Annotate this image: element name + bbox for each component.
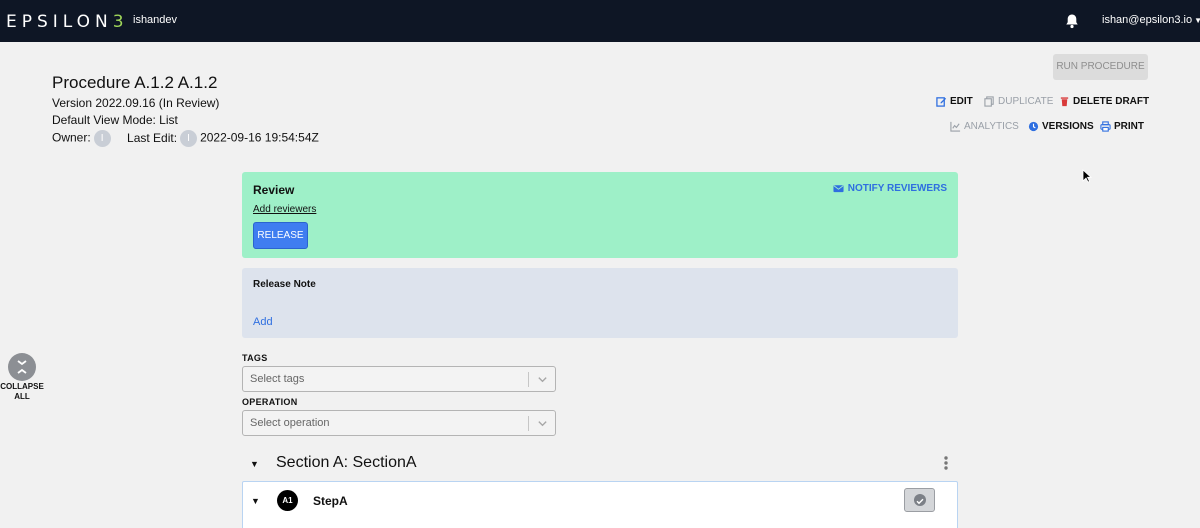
- collapse-all-button[interactable]: [8, 353, 36, 381]
- check-circle-icon: [914, 494, 926, 506]
- select-divider: [528, 372, 529, 387]
- print-button[interactable]: PRINT: [1100, 121, 1144, 132]
- view-mode: Default View Mode: List: [52, 113, 178, 127]
- tags-select[interactable]: Select tags: [242, 366, 556, 392]
- envelope-icon: [833, 185, 844, 193]
- mouse-cursor-icon: [1082, 169, 1092, 183]
- chevron-down-icon: ▼: [1194, 16, 1200, 25]
- operation-placeholder: Select operation: [250, 417, 330, 429]
- section-collapse-caret-icon[interactable]: ▼: [250, 459, 259, 469]
- step-complete-button[interactable]: [904, 488, 935, 512]
- procedure-version: Version 2022.09.16 (In Review): [52, 96, 220, 110]
- notify-reviewers-button[interactable]: NOTIFY REVIEWERS: [833, 183, 947, 194]
- select-divider: [528, 416, 529, 431]
- chevron-down-icon: [538, 377, 547, 383]
- delete-draft-button[interactable]: DELETE DRAFT: [1059, 96, 1149, 107]
- release-note-panel: Release Note Add: [242, 268, 958, 338]
- duplicate-button[interactable]: DUPLICATE: [984, 96, 1053, 107]
- analytics-button[interactable]: ANALYTICS: [950, 121, 1019, 132]
- print-icon: [1100, 121, 1111, 132]
- release-button[interactable]: RELEASE: [253, 222, 308, 249]
- review-panel: Review NOTIFY REVIEWERS Add reviewers RE…: [242, 172, 958, 258]
- kebab-menu-icon[interactable]: [942, 455, 950, 471]
- section-title: Section A: SectionA: [276, 454, 417, 471]
- operation-select[interactable]: Select operation: [242, 410, 556, 436]
- owner-edit-line: Owner: I Last Edit: I 2022-09-16 19:54:54Z: [52, 130, 319, 147]
- epsilon3-logo[interactable]: EPSILON3: [6, 12, 129, 32]
- tags-placeholder: Select tags: [250, 373, 305, 385]
- review-title: Review: [253, 183, 295, 197]
- top-nav-bar: EPSILON3 ishandev ishan@epsilon3.io ▼: [0, 0, 1200, 42]
- last-edit-time: 2022-09-16 19:54:54Z: [200, 130, 319, 145]
- owner-label: Owner:: [52, 130, 91, 145]
- edit-button[interactable]: EDIT: [936, 96, 973, 107]
- last-edit-label: Last Edit:: [127, 130, 178, 145]
- add-release-note-link[interactable]: Add: [253, 316, 273, 328]
- release-note-title: Release Note: [253, 279, 316, 290]
- collapse-all-label[interactable]: COLLAPSE ALL: [0, 382, 44, 402]
- collapse-chevrons-icon: [17, 360, 27, 374]
- page-title: Procedure A.1.2 A.1.2: [52, 73, 218, 92]
- clock-icon: [1028, 121, 1039, 132]
- run-procedure-button[interactable]: RUN PROCEDURE: [1053, 54, 1148, 80]
- versions-button[interactable]: VERSIONS: [1028, 121, 1094, 132]
- avatar[interactable]: I: [180, 130, 198, 147]
- operation-label: OPERATION: [242, 397, 298, 407]
- bell-icon[interactable]: [1064, 13, 1080, 29]
- workspace-name[interactable]: ishandev: [133, 14, 177, 26]
- step-card: ▼ A1 StepA: [242, 481, 958, 528]
- copy-icon: [984, 96, 994, 107]
- user-menu[interactable]: ishan@epsilon3.io ▼: [1102, 14, 1200, 26]
- step-name: StepA: [313, 494, 348, 508]
- avatar[interactable]: I: [93, 130, 111, 147]
- tags-label: TAGS: [242, 353, 268, 363]
- step-collapse-caret-icon[interactable]: ▼: [251, 496, 260, 506]
- chart-icon: [950, 121, 961, 132]
- step-badge: A1: [277, 490, 298, 511]
- edit-icon: [936, 97, 947, 107]
- chevron-down-icon: [538, 421, 547, 427]
- trash-icon: [1060, 97, 1069, 107]
- add-reviewers-link[interactable]: Add reviewers: [253, 204, 316, 215]
